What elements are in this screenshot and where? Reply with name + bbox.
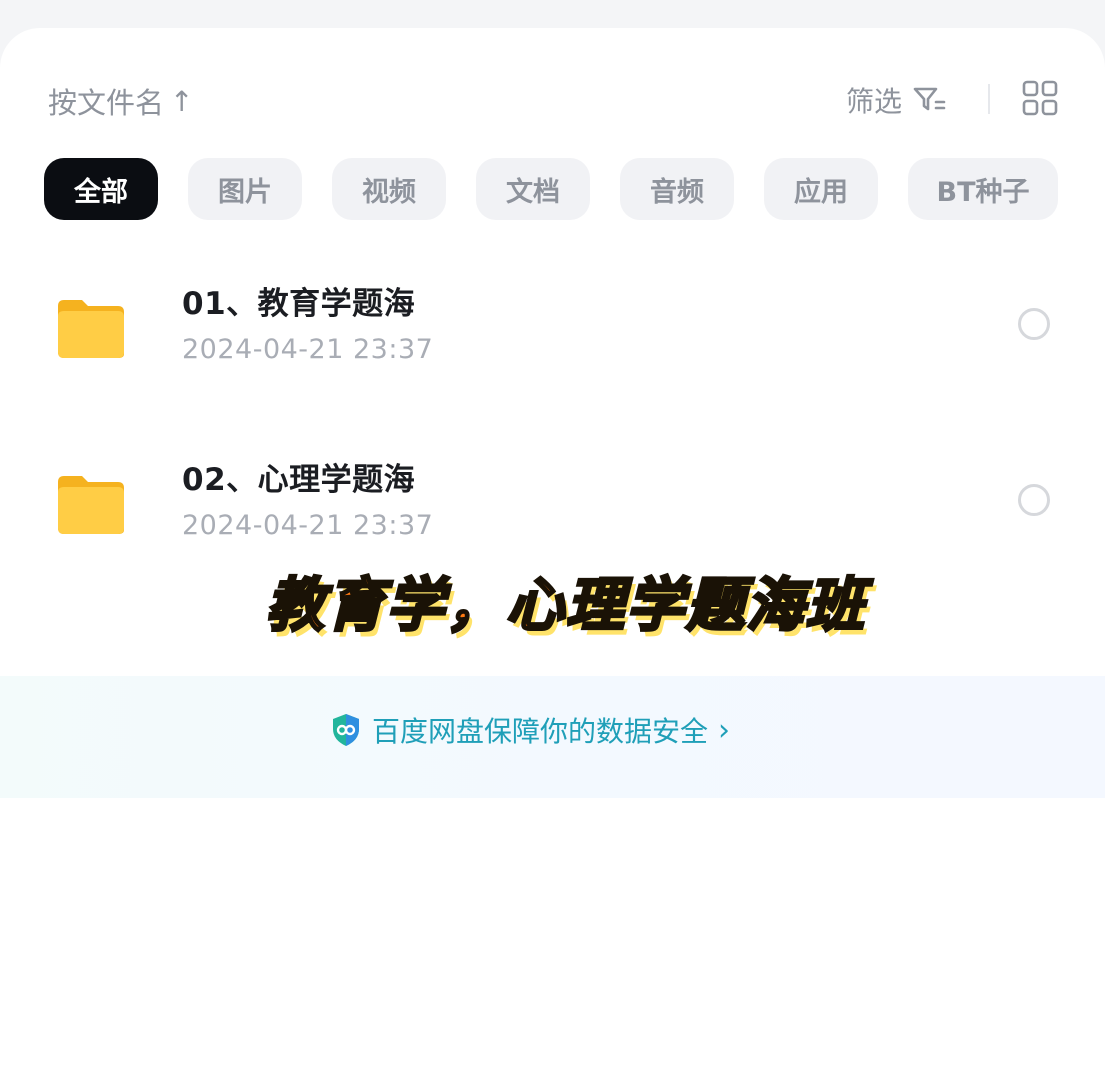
grid-view-icon[interactable] xyxy=(1022,80,1058,116)
sort-label: 按文件名 xyxy=(48,86,165,120)
tab-audio[interactable]: 音频 xyxy=(620,158,734,220)
tab-apps[interactable]: 应用 xyxy=(764,158,878,220)
security-banner[interactable]: 百度网盘保障你的数据安全 › xyxy=(0,676,1105,798)
filter-icon xyxy=(913,87,946,111)
tab-all[interactable]: 全部 xyxy=(44,158,158,220)
file-date: 2024-04-21 23:37 xyxy=(182,510,434,541)
select-radio[interactable] xyxy=(1018,484,1050,516)
folder-icon xyxy=(58,300,124,358)
chevron-right-icon: › xyxy=(718,712,731,748)
tab-documents[interactable]: 文档 xyxy=(476,158,590,220)
security-banner-text: 百度网盘保障你的数据安全 xyxy=(372,715,709,748)
category-tabs: 全部 图片 视频 文档 音频 应用 BT种子 xyxy=(44,158,1058,220)
filter-label: 筛选 xyxy=(846,85,903,118)
sort-arrow-icon: ↑ xyxy=(170,84,194,118)
shield-icon xyxy=(333,714,359,746)
toolbar-divider xyxy=(988,84,990,114)
overlay-caption: 教育学，心理学题海班 xyxy=(264,570,867,641)
security-banner-content: 百度网盘保障你的数据安全 › xyxy=(330,710,730,750)
file-list-sheet: 按文件名 ↑ 筛选 全部 图片 视频 文档 音频 应用 BT种子 01、教育学题… xyxy=(0,28,1105,1080)
sort-button[interactable]: 按文件名 ↑ xyxy=(48,80,193,122)
file-name: 02、心理学题海 xyxy=(182,462,416,498)
tab-bt-torrents[interactable]: BT种子 xyxy=(908,158,1058,220)
select-radio[interactable] xyxy=(1018,308,1050,340)
filter-button[interactable]: 筛选 xyxy=(846,80,946,120)
file-date: 2024-04-21 23:37 xyxy=(182,334,434,365)
tab-images[interactable]: 图片 xyxy=(188,158,302,220)
tab-videos[interactable]: 视频 xyxy=(332,158,446,220)
list-item[interactable]: 02、心理学题海 2024-04-21 23:37 xyxy=(0,444,1105,574)
file-name: 01、教育学题海 xyxy=(182,286,416,322)
folder-icon xyxy=(58,476,124,534)
list-item[interactable]: 01、教育学题海 2024-04-21 23:37 xyxy=(0,268,1105,398)
